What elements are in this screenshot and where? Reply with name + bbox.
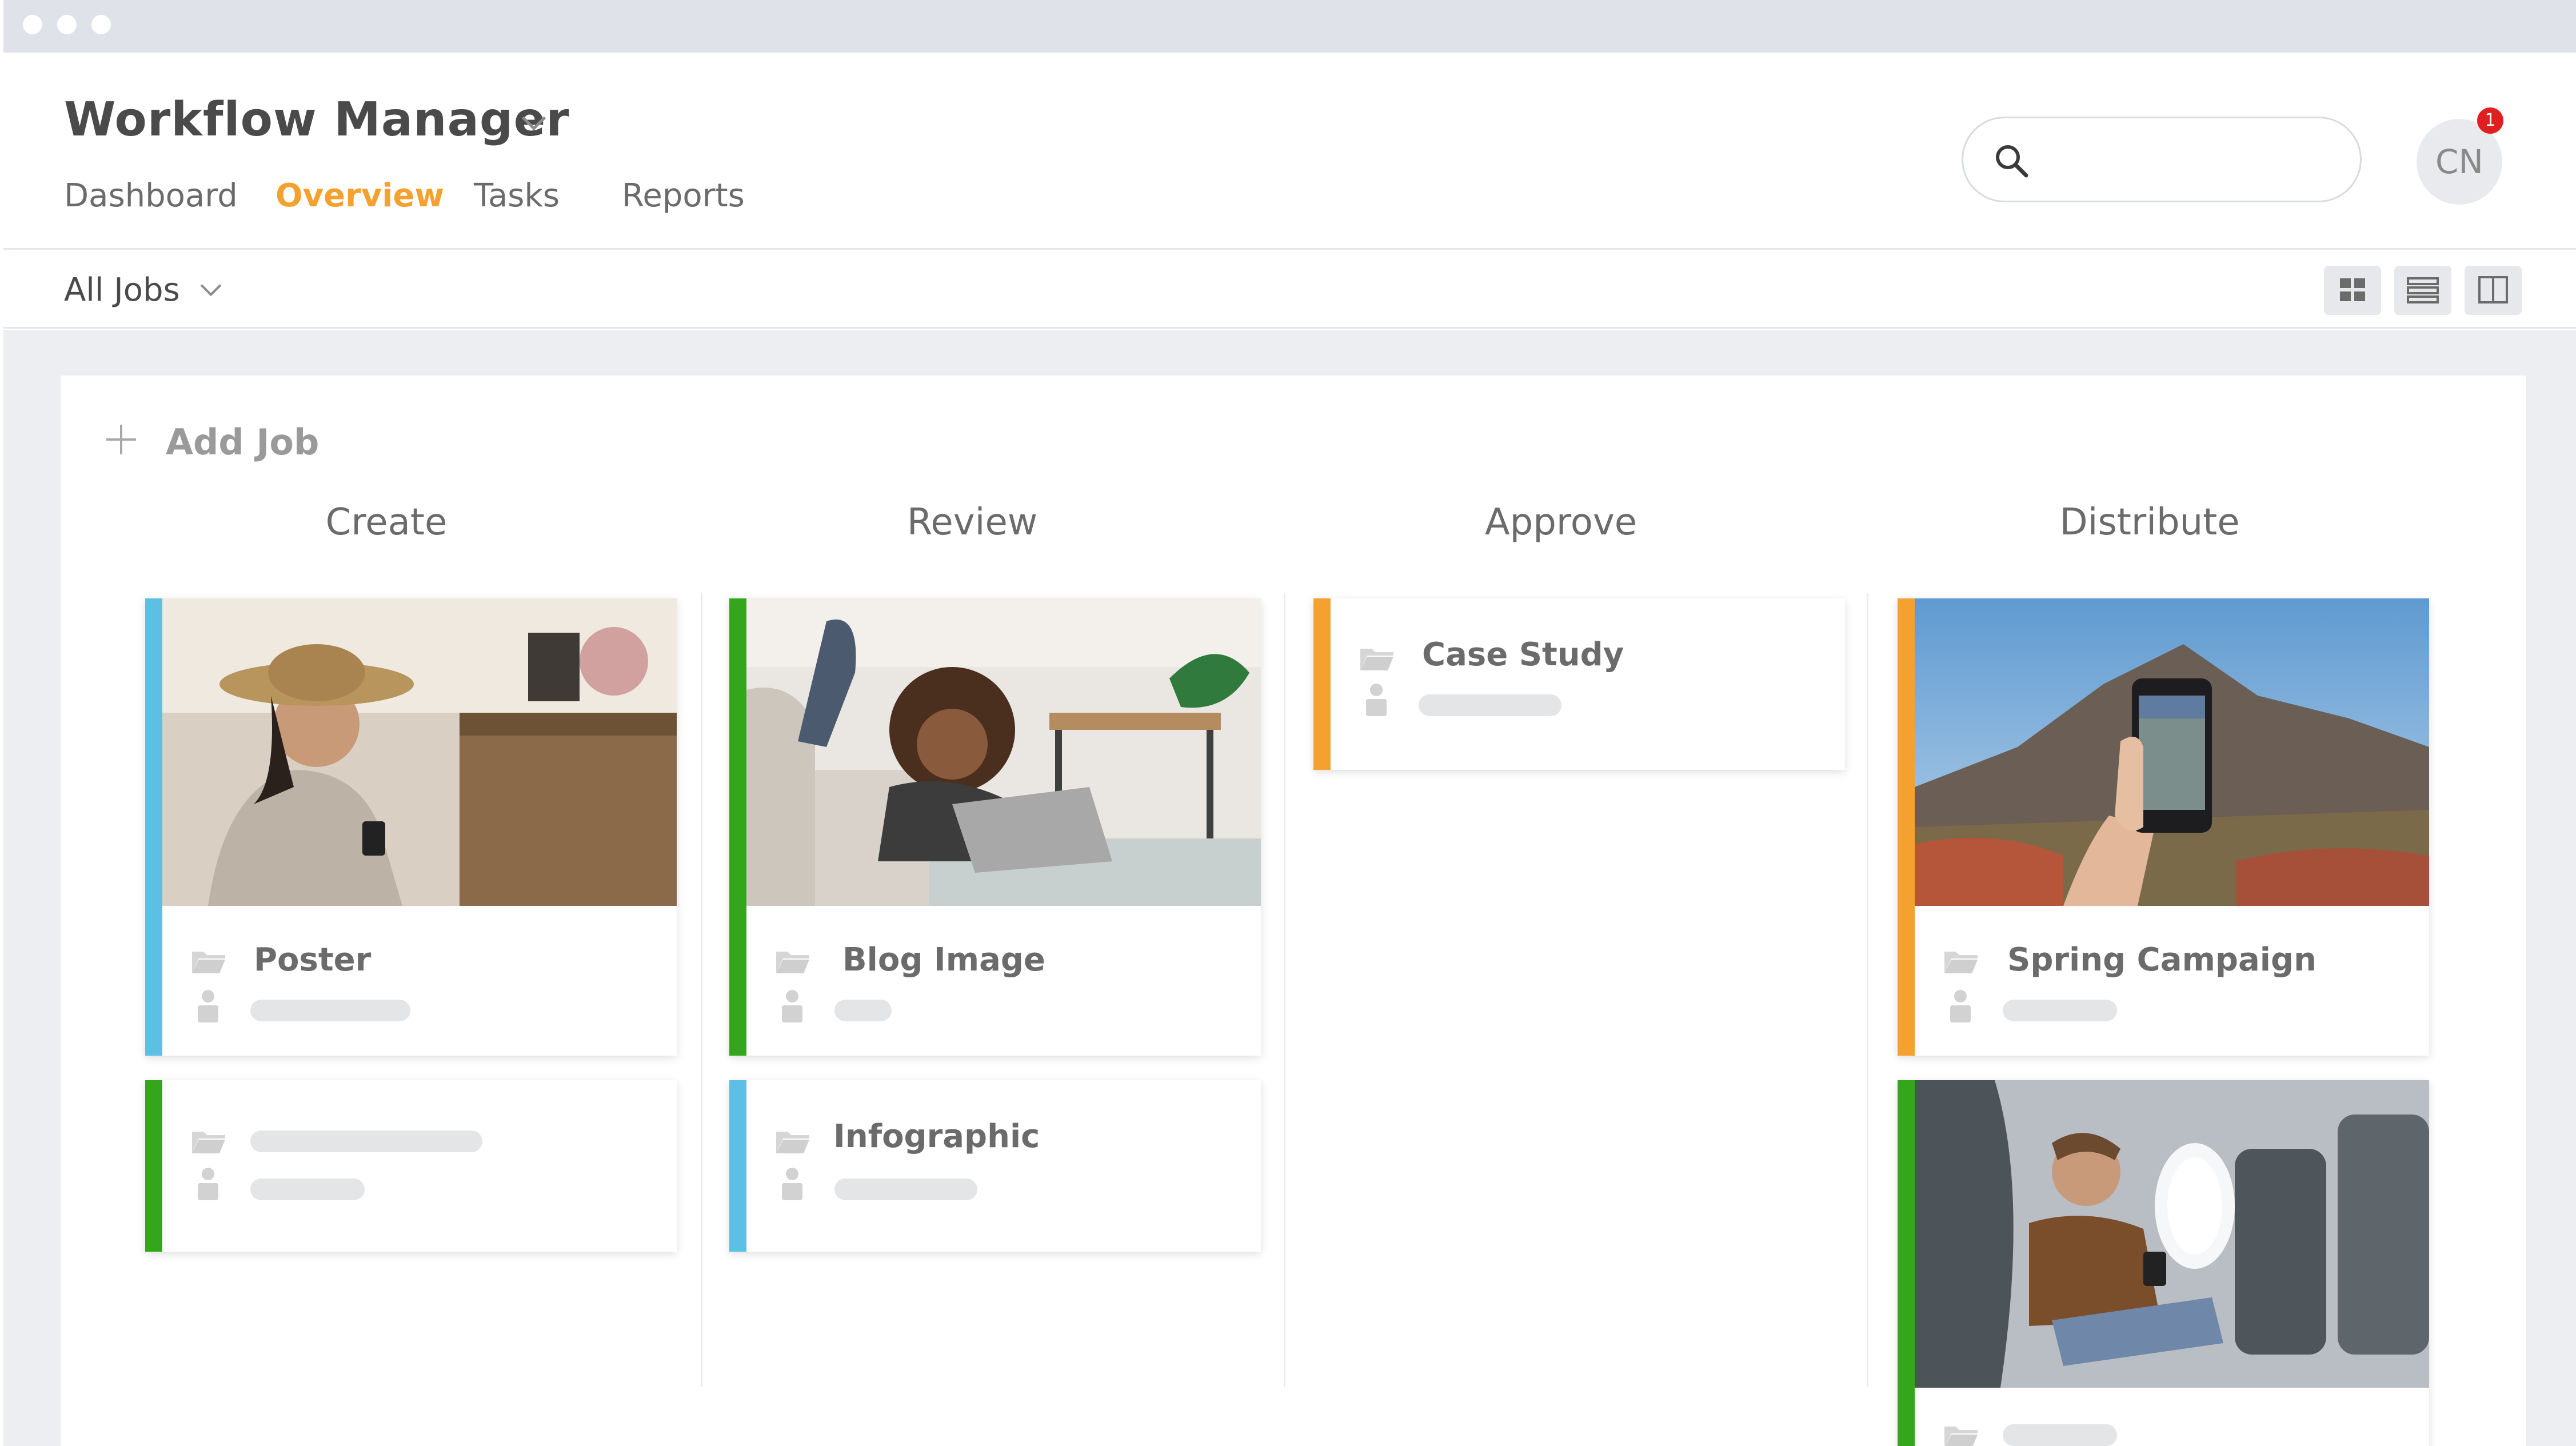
assignee-icon (198, 1168, 218, 1200)
job-card-blog-image[interactable]: Blog Image (729, 598, 1261, 1056)
list-view-icon (2407, 277, 2439, 303)
filter-bar: All Jobs (3, 250, 2576, 329)
title-placeholder (250, 1131, 482, 1152)
assignee-icon (1950, 990, 1971, 1022)
job-card-case-study[interactable]: Case Study (1313, 598, 1845, 770)
list-view-button[interactable] (2394, 266, 2451, 315)
job-card-untitled[interactable] (1898, 1080, 2429, 1446)
folder-icon (192, 952, 225, 973)
folder-icon (1360, 649, 1393, 670)
assignee-placeholder (250, 1179, 365, 1200)
job-filter-chevron-down-icon[interactable] (200, 275, 222, 297)
assignee-icon (782, 1168, 802, 1200)
job-filter-dropdown[interactable]: All Jobs (64, 271, 180, 309)
column-header-distribute: Distribute (2059, 501, 2240, 544)
status-stripe (145, 1080, 162, 1252)
job-card-spring-campaign[interactable]: Spring Campaign (1898, 598, 2429, 1056)
column-header-approve: Approve (1484, 501, 1638, 544)
folder-icon (776, 1132, 809, 1153)
job-card-poster[interactable]: Poster (145, 598, 677, 1056)
assignee-placeholder (834, 1000, 892, 1021)
job-card-untitled[interactable] (145, 1080, 677, 1252)
assignee-placeholder (1419, 694, 1561, 716)
tab-overview[interactable]: Overview (275, 177, 444, 214)
tab-dashboard[interactable]: Dashboard (64, 177, 238, 214)
status-stripe (1898, 1080, 1915, 1446)
assignee-icon (1366, 684, 1387, 716)
card-title: Infographic (833, 1118, 1040, 1155)
status-stripe (1313, 598, 1331, 770)
assignee-icon (198, 990, 218, 1022)
window-maximize-dot[interactable] (91, 15, 111, 34)
assignee-placeholder (834, 1179, 977, 1200)
card-photo (1915, 1080, 2429, 1388)
status-stripe (1898, 598, 1915, 1056)
notification-badge: 1 (2477, 107, 2503, 134)
folder-icon (192, 1132, 225, 1153)
card-title: Poster (254, 941, 372, 978)
card-title: Spring Campaign (2007, 941, 2317, 978)
add-job-plus-icon[interactable] (106, 425, 136, 454)
column-divider (701, 593, 702, 1387)
assignee-placeholder (250, 1000, 410, 1021)
search-input[interactable] (1962, 117, 2362, 202)
column-header-review: Review (906, 501, 1038, 544)
card-title: Blog Image (842, 941, 1045, 978)
assignee-icon (782, 990, 802, 1022)
kanban-board: Add Job Create Review Approve Distribute (61, 376, 2526, 1446)
grid-view-icon (2340, 278, 2365, 301)
column-divider (1867, 593, 1868, 1387)
tab-tasks[interactable]: Tasks (474, 177, 560, 214)
grid-view-button[interactable] (2324, 266, 2381, 315)
status-stripe (729, 1080, 746, 1252)
add-job-button[interactable]: Add Job (166, 421, 319, 463)
columns-view-icon (2478, 276, 2508, 303)
title-placeholder (2003, 1424, 2117, 1446)
board-canvas: Add Job Create Review Approve Distribute (3, 330, 2576, 1446)
column-header-create: Create (325, 501, 448, 544)
window-minimize-dot[interactable] (57, 15, 77, 34)
card-photo (746, 598, 1261, 906)
folder-icon (776, 952, 809, 973)
folder-icon (1944, 1427, 1978, 1446)
window-titlebar (3, 0, 2576, 53)
assignee-placeholder (2003, 1000, 2117, 1021)
app-header: Workflow Manager Dashboard Overview Task… (3, 53, 2576, 250)
card-photo (162, 598, 677, 906)
columns-view-button[interactable] (2465, 266, 2522, 315)
status-stripe (145, 598, 162, 1056)
card-photo (1915, 598, 2429, 906)
tab-reports[interactable]: Reports (622, 177, 745, 214)
status-stripe (729, 598, 746, 1056)
column-divider (1284, 593, 1285, 1387)
card-title: Case Study (1422, 636, 1624, 673)
search-icon (1996, 145, 2028, 178)
app-title[interactable]: Workflow Manager (64, 93, 570, 147)
job-card-infographic[interactable]: Infographic (729, 1080, 1261, 1252)
window-close-dot[interactable] (23, 15, 42, 34)
folder-icon (1944, 952, 1978, 973)
